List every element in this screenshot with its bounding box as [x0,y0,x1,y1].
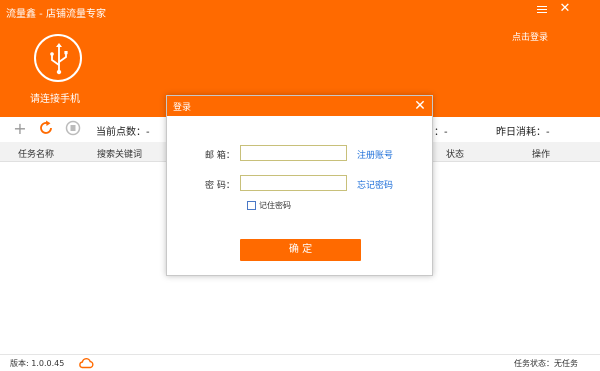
middle-stat: ：- [434,127,448,138]
close-icon[interactable]: ✕ [558,2,572,16]
task-status: 任务状态：无任务 [514,359,578,368]
confirm-button[interactable]: 确 定 [240,239,361,261]
register-link[interactable]: 注册账号 [357,148,393,161]
password-label: 密 码： [205,181,235,191]
column-actions: 操作 [532,150,551,160]
email-label: 邮 箱： [205,151,235,161]
email-field[interactable] [240,145,347,161]
login-link[interactable]: 点击登录 [512,30,548,43]
refresh-icon[interactable] [37,120,55,138]
current-points: 当前点数：- [96,127,150,138]
login-dialog-title: 登录 [173,103,192,113]
connect-phone-button[interactable] [34,34,82,82]
version-label: 版本: 1.0.0.45 [10,359,65,368]
remember-checkbox[interactable] [247,201,256,210]
remember-label: 记住密码 [259,201,291,210]
add-icon[interactable]: + [11,120,29,138]
login-dialog-titlebar: 登录 ✕ [167,96,432,116]
column-status: 状态 [446,150,465,160]
password-field[interactable] [240,175,347,191]
usb-icon [50,43,68,75]
remember-password[interactable]: 记住密码 [247,200,291,211]
column-task-name: 任务名称 [18,150,55,160]
status-bar: 版本: 1.0.0.45 任务状态：无任务 [0,354,600,371]
connect-phone-label: 请连接手机 [30,94,80,105]
stop-icon[interactable] [64,120,82,138]
menu-icon[interactable] [536,4,548,16]
cloud-icon[interactable] [78,357,94,371]
column-keyword: 搜索关键词 [97,150,143,160]
forgot-password-link[interactable]: 忘记密码 [357,178,393,191]
yesterday-consumption: 昨日消耗：- [496,127,550,138]
app-title: 流量鑫 - 店铺流量专家 [6,9,106,20]
login-dialog: 登录 ✕ 邮 箱： 注册账号 密 码： 忘记密码 记住密码 确 定 [166,95,433,276]
close-icon[interactable]: ✕ [412,97,428,115]
